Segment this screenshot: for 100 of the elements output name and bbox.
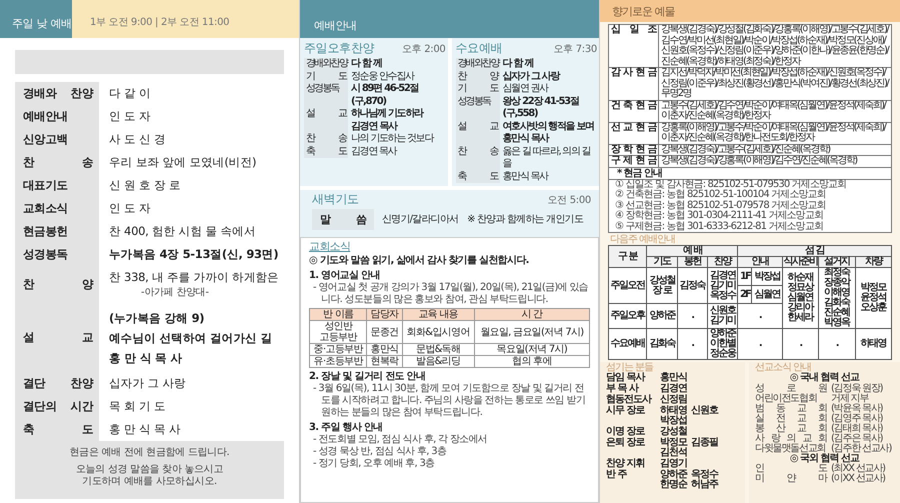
- column-header: 찬양: [708, 256, 738, 268]
- table-cell: 주일오후: [608, 304, 647, 328]
- column-header: 예 배: [646, 246, 738, 256]
- order-label: 예배안내: [15, 105, 99, 128]
- offering-names: 강복생(김경숙)/강성철(김화숙)/강홍록(이해영)/고봉수(김세호)/김수연/박미선(최현일)/박순이/박장섭(하순재)/박정모(진상애)/신원호(옥정수)/신정림(이준우)/양하준(이한나)/윤종윤(한명순)/진순혜(옥경학)/하태영(최정숙)/한정자: [660, 25, 890, 67]
- offering-names: 강복생(김경숙)/고봉수(김세호)/진순혜(옥경학): [660, 144, 832, 155]
- table-cell: 박정모 윤정석 오상훈: [855, 268, 892, 328]
- notice-text: 현금은 예배 전에 현금함에 드립니다.: [68, 447, 230, 459]
- order-label: 대표기도: [15, 174, 99, 197]
- news-text: - 정기 당회, 오후 예배 후, 3층: [312, 458, 436, 470]
- order-text: 다 같 이: [109, 86, 152, 101]
- service-label: 찬 송: [304, 133, 348, 146]
- news-text: - 성경 묵상 반, 점심 식사 후, 3층: [312, 446, 448, 458]
- service-label: 축 도: [456, 170, 500, 183]
- column-header: 교육 내용: [402, 308, 474, 321]
- order-text: 십자가 그 사랑: [109, 376, 187, 391]
- order-label: 찬 송: [15, 151, 99, 174]
- column-header: 안내: [738, 256, 782, 268]
- mission-heading: ◎ 국내 협력 선교: [788, 373, 860, 383]
- mission-name: 인 도: [755, 464, 827, 474]
- order-text: 인 도 자: [109, 201, 152, 216]
- table-cell: 김화숙: [646, 328, 678, 360]
- table-cell: 김정숙: [677, 268, 708, 304]
- service-label: 성경봉독: [304, 83, 348, 108]
- notice-text: 기도하며 예배를 사모하십시오.: [81, 476, 218, 488]
- order-label: 성경봉독: [15, 243, 99, 266]
- table-cell: .: [677, 328, 708, 360]
- service-text: 신명기/갈라디아서: [382, 214, 458, 226]
- order-text: 예수님이 선택하여 걸어가신 길: [109, 330, 274, 347]
- role-label: 이명 장로: [606, 427, 646, 437]
- service-label: 찬 송: [456, 146, 500, 170]
- column-header: 설거지: [818, 256, 856, 268]
- service-note: ※ 찬양과 함께하는 개인기도: [467, 214, 583, 226]
- person-name: 한명순: [660, 480, 687, 490]
- service-text: 다 함 께: [502, 58, 534, 70]
- service-time: 오후 2:00: [402, 44, 446, 56]
- service-time: 오후 7:30: [553, 44, 597, 56]
- service-text: 십자가 그 사랑: [502, 70, 561, 83]
- section-title: 선교소식 안내: [755, 362, 812, 373]
- table-cell: 양하준 이한별 정순웅: [708, 328, 738, 360]
- table-cell: 홍만식: [366, 344, 402, 356]
- service-label: 찬 양: [456, 70, 500, 83]
- order-text: 홍 만 식 목 사: [109, 350, 184, 367]
- table-cell: 신원호 김기미: [708, 304, 738, 328]
- column-header: 담당자: [366, 308, 402, 321]
- order-text: 사 도 신 경: [109, 132, 167, 147]
- role-label: 은퇴 장로: [606, 438, 646, 450]
- mission-name: 다윗물맷돌선교회: [755, 444, 826, 454]
- order-label: 결단의 시간: [15, 395, 99, 418]
- offering-label: 십 일 조: [609, 25, 659, 67]
- person-name: 허남주: [691, 480, 718, 490]
- headline-text: ◎ 기도와 말씀 읽기, 삶에서 감사 찾기를 실천합시다.: [309, 255, 530, 268]
- order-text: (누가복음 강해 9): [109, 310, 206, 327]
- order-label: 축 도: [15, 418, 99, 441]
- table-cell: 수요예배: [608, 328, 647, 360]
- service-label: 설 교: [456, 120, 500, 146]
- mission-name: 어린이전도협회: [755, 394, 818, 404]
- table-cell: .: [738, 328, 782, 360]
- section-title: 교회소식: [309, 240, 352, 254]
- section-title: 주일 낮 예배: [0, 0, 72, 38]
- table-cell: 협의 후에: [474, 356, 590, 368]
- mission-name: 봉 산 교 회: [755, 424, 827, 434]
- service-name: 주일오후찬양: [304, 41, 374, 56]
- offering-names: 강복생(김경숙)/강홍록(이해영)/김수연/진순혜(옥경학): [660, 156, 858, 166]
- table-cell: 2F: [738, 286, 752, 304]
- service-text: 하나님께 기도하라: [351, 108, 424, 120]
- order-label: 경배와 찬양: [15, 82, 99, 105]
- role-label: 반 주: [606, 470, 628, 482]
- offering-label: 구 제 현 금: [609, 156, 659, 166]
- section-title: 예배안내: [300, 0, 599, 38]
- order-text: 신 원 호 장 로: [109, 178, 182, 193]
- account-text: ② 건축현금: 농협 825102-51-100104 거제소망교회: [615, 190, 827, 200]
- person-name: 박장섭: [660, 416, 687, 426]
- table-cell: 박장섭: [752, 268, 782, 286]
- service-label: 말 씀: [312, 209, 374, 230]
- person-name: 박정모: [660, 438, 687, 448]
- table-cell: 발음&리딩: [402, 356, 474, 368]
- service-label: 축 도: [304, 146, 348, 158]
- role-label: 시무 장로: [606, 406, 646, 418]
- column-header: 반 이름: [310, 308, 367, 321]
- order-label: 현금봉헌: [15, 220, 99, 243]
- table-cell: 주일오전: [608, 268, 647, 304]
- table-cell: .: [818, 328, 856, 360]
- service-text: 정순웅 안수집사: [351, 70, 416, 83]
- table-cell: 양하준: [646, 304, 678, 328]
- service-text: 김경연 목사: [351, 146, 398, 158]
- service-label: 설 교: [304, 108, 348, 133]
- offering-names: 강홍록(이해영)/고봉수/박순이/여태옥(심월연)/윤정석(제숙희)/이춘자/진순혜(옥경학)/한나전도회/한정자: [660, 122, 887, 144]
- offering-label: 건 축 현 금: [609, 100, 659, 122]
- service-name: 새벽기도: [312, 192, 359, 206]
- mission-name: 성 로 원: [755, 384, 827, 394]
- table-cell: 하순재 정묘상 심월연 강리아 한세라: [782, 268, 819, 328]
- mission-detail: (김주한 선교사): [831, 444, 892, 454]
- offering-names: 김지선/박덕자/박미선(최현일)/박장섭(하순재)/신원호(옥정수)/신정림(이준우)/최상진(황경선)/홍만식(박여진)/황경선(최상진)/무명2명: [660, 68, 890, 100]
- service-text: 여호사밧의 행적을 보며: [502, 120, 595, 133]
- service-label: 기 도: [456, 83, 500, 96]
- news-heading: 2. 장날 및 길거리 전도 안내: [309, 371, 426, 383]
- news-text: - 3월 6일(목), 11시 30분, 함께 모여 기도함으로 장날 및 길거리 전도를 시작하려고 합니다. 주님의 사랑을 전하는 통로로 쓰임 받기 원하는 분들의 많은 참여 부탁드립니다.: [312, 383, 586, 420]
- offering-label: 장 학 현 금: [609, 144, 659, 155]
- column-header: 차량: [855, 256, 892, 268]
